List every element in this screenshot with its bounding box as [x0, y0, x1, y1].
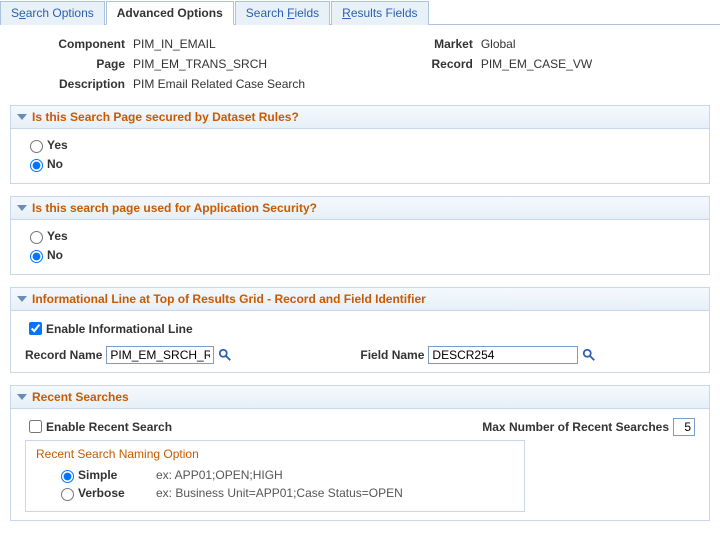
lookup-icon[interactable]: [582, 348, 596, 362]
enable-infoline-label: Enable Informational Line: [46, 322, 193, 336]
tab-label-part: ields: [294, 6, 319, 20]
enable-recent-checkbox[interactable]: [29, 420, 42, 433]
dataset-yes-radio[interactable]: [30, 140, 43, 153]
tab-label-part: esults Fields: [351, 6, 418, 20]
enable-recent-label: Enable Recent Search: [46, 420, 172, 434]
tab-label-part: arch Options: [26, 6, 94, 20]
appsec-yes-label: Yes: [47, 229, 68, 243]
naming-verbose-label: Verbose: [78, 486, 125, 500]
panel-info-line: Informational Line at Top of Results Gri…: [10, 287, 710, 373]
tab-label-part: Search: [246, 6, 287, 20]
tab-label-underline: R: [342, 6, 351, 20]
panel-title: Informational Line at Top of Results Gri…: [32, 292, 426, 306]
tab-advanced-options[interactable]: Advanced Options: [106, 1, 234, 25]
record-value: PIM_EM_CASE_VW: [481, 57, 710, 71]
collapse-icon: [17, 114, 27, 120]
page-value: PIM_EM_TRANS_SRCH: [133, 57, 385, 71]
naming-simple-radio[interactable]: [61, 470, 74, 483]
record-name-input[interactable]: [106, 346, 214, 364]
tab-label: Advanced Options: [117, 6, 223, 20]
panel-header-appsec[interactable]: Is this search page used for Application…: [11, 197, 709, 220]
collapse-icon: [17, 296, 27, 302]
tab-bar: Search Options Advanced Options Search F…: [0, 0, 720, 25]
panel-header-infoline[interactable]: Informational Line at Top of Results Gri…: [11, 288, 709, 311]
lookup-icon[interactable]: [218, 348, 232, 362]
market-value: Global: [481, 37, 710, 51]
tab-label-underline: e: [19, 6, 26, 20]
panel-header-dataset[interactable]: Is this Search Page secured by Dataset R…: [11, 106, 709, 129]
page-label: Page: [10, 57, 125, 71]
description-value: PIM Email Related Case Search: [133, 77, 710, 91]
record-label: Record: [393, 57, 473, 71]
collapse-icon: [17, 205, 27, 211]
naming-verbose-example: ex: Business Unit=APP01;Case Status=OPEN: [156, 486, 514, 500]
component-label: Component: [10, 37, 125, 51]
tab-search-options[interactable]: Search Options: [0, 1, 105, 25]
panel-title: Recent Searches: [32, 390, 129, 404]
naming-simple-label: Simple: [78, 468, 117, 482]
panel-header-recent[interactable]: Recent Searches: [11, 386, 709, 409]
panel-dataset-rules: Is this Search Page secured by Dataset R…: [10, 105, 710, 184]
naming-option-panel: Recent Search Naming Option Simple ex: A…: [25, 440, 525, 512]
panel-recent-searches: Recent Searches Enable Recent Search Max…: [10, 385, 710, 521]
panel-title: Is this Search Page secured by Dataset R…: [32, 110, 299, 124]
tab-search-fields[interactable]: Search Fields: [235, 1, 330, 25]
panel-app-security: Is this search page used for Application…: [10, 196, 710, 275]
field-name-label: Field Name: [360, 348, 424, 362]
market-label: Market: [393, 37, 473, 51]
max-recent-label: Max Number of Recent Searches: [482, 420, 669, 434]
tab-label-part: S: [11, 6, 19, 20]
naming-simple-example: ex: APP01;OPEN;HIGH: [156, 468, 514, 482]
appsec-no-radio[interactable]: [30, 250, 43, 263]
header-info-grid: Component PIM_IN_EMAIL Market Global Pag…: [10, 37, 710, 91]
component-value: PIM_IN_EMAIL: [133, 37, 385, 51]
dataset-no-radio[interactable]: [30, 159, 43, 172]
appsec-yes-radio[interactable]: [30, 231, 43, 244]
collapse-icon: [17, 394, 27, 400]
dataset-no-label: No: [47, 157, 63, 171]
tab-results-fields[interactable]: Results Fields: [331, 1, 428, 25]
naming-verbose-radio[interactable]: [61, 488, 74, 501]
appsec-no-label: No: [47, 248, 63, 262]
max-recent-input[interactable]: [673, 418, 695, 436]
naming-option-title: Recent Search Naming Option: [36, 447, 514, 461]
dataset-yes-label: Yes: [47, 138, 68, 152]
description-label: Description: [10, 77, 125, 91]
panel-title: Is this search page used for Application…: [32, 201, 317, 215]
field-name-input[interactable]: [428, 346, 578, 364]
enable-infoline-checkbox[interactable]: [29, 322, 42, 335]
record-name-label: Record Name: [25, 348, 102, 362]
